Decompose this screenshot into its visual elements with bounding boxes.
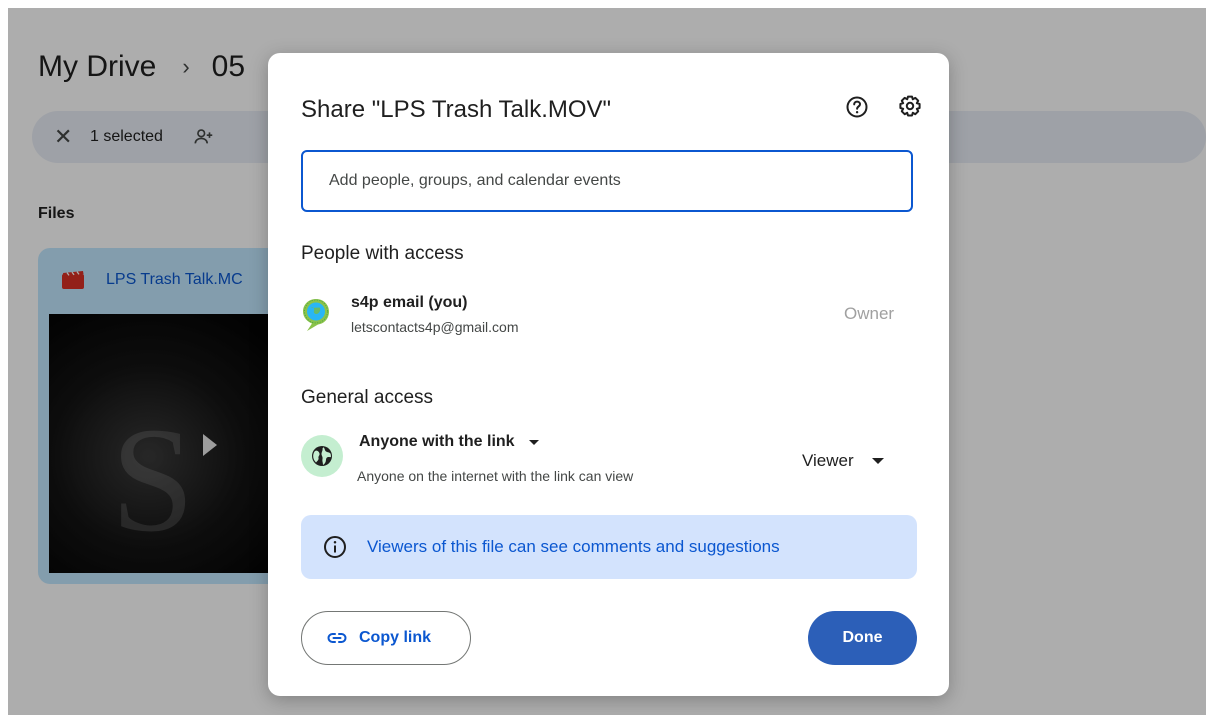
- copy-link-button[interactable]: Copy link: [301, 611, 471, 665]
- owner-avatar[interactable]: [301, 297, 331, 333]
- info-icon: [324, 536, 346, 558]
- help-icon[interactable]: [845, 95, 869, 119]
- chevron-down-icon: [871, 458, 884, 464]
- share-dialog: Share "LPS Trash Talk.MOV" People with a…: [268, 53, 949, 696]
- link-icon: [327, 633, 347, 643]
- general-access-role-label: Viewer: [802, 451, 854, 470]
- chevron-down-icon: [528, 439, 539, 445]
- info-banner-text: Viewers of this file can see comments an…: [367, 537, 780, 556]
- info-banner: Viewers of this file can see comments an…: [301, 515, 917, 579]
- globe-icon: [312, 446, 332, 466]
- people-with-access-heading: People with access: [301, 243, 464, 264]
- owner-role-label: Owner: [844, 304, 895, 323]
- general-access-description: Anyone on the internet with the link can…: [357, 468, 634, 484]
- general-access-scope-dropdown[interactable]: Anyone with the link: [359, 433, 539, 451]
- settings-gear-icon[interactable]: [897, 93, 923, 119]
- general-access-heading: General access: [301, 387, 434, 408]
- copy-link-label: Copy link: [359, 629, 432, 646]
- general-access-globe-badge: [301, 435, 343, 477]
- done-button[interactable]: Done: [808, 611, 917, 665]
- owner-email: letscontacts4p@gmail.com: [351, 319, 519, 335]
- general-access-scope-label: Anyone with the link: [359, 433, 515, 450]
- dialog-title: Share "LPS Trash Talk.MOV": [301, 96, 612, 123]
- owner-name: s4p email (you): [351, 294, 468, 311]
- general-access-role-dropdown[interactable]: Viewer: [802, 451, 884, 471]
- screen: My Drive › 05 ✕ 1 selected Files LPS Tra…: [8, 8, 1206, 715]
- add-people-input[interactable]: [301, 150, 913, 212]
